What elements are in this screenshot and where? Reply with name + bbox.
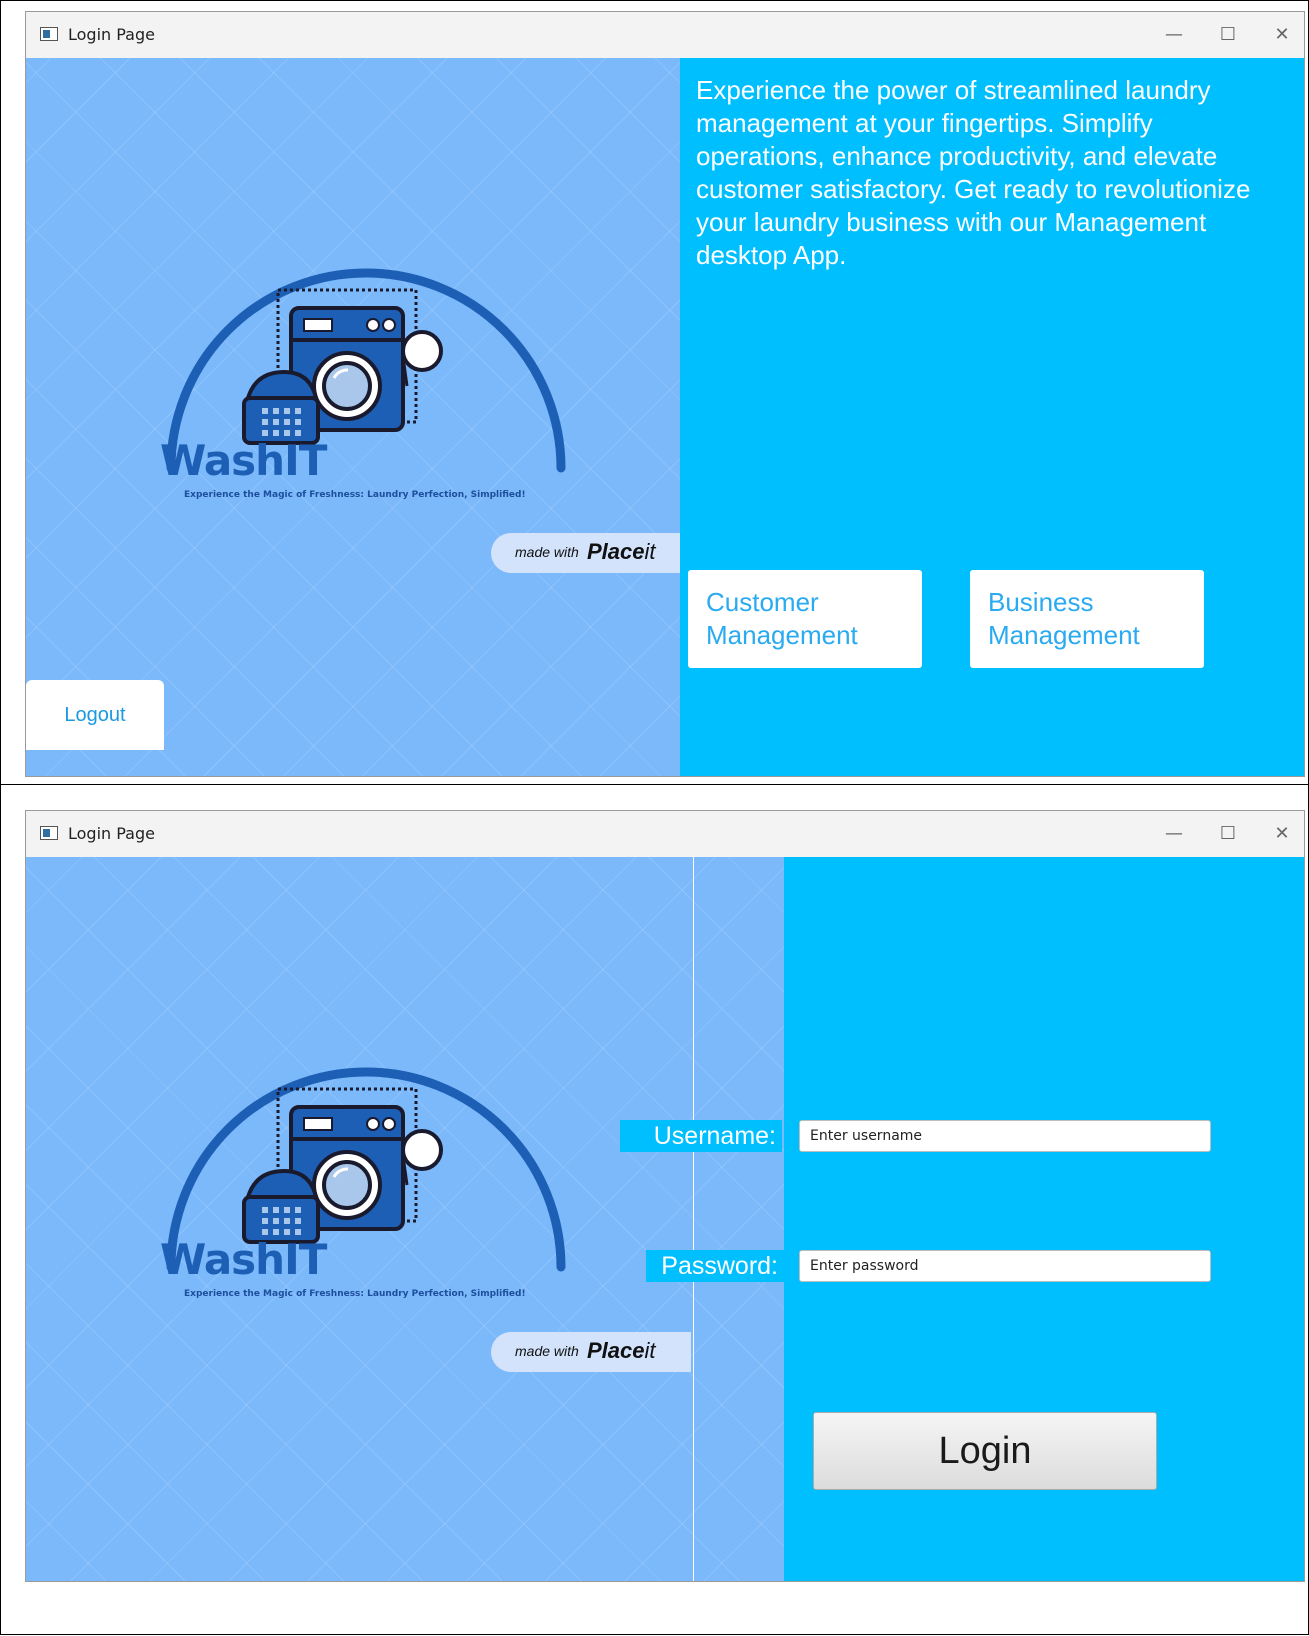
screenshot-panel-login: Login Page — ☐ ✕ WashIT Experience the M… <box>0 784 1309 1635</box>
minimize-button[interactable]: — <box>1154 819 1194 849</box>
username-label: Username: <box>620 1120 782 1152</box>
business-management-button[interactable]: Business Management <box>970 570 1204 668</box>
app-window-icon <box>40 27 58 41</box>
brand-name: WashIT <box>160 436 327 485</box>
left-panel: WashIT Experience the Magic of Freshness… <box>26 58 691 776</box>
customer-management-button[interactable]: Customer Management <box>688 570 922 668</box>
login-button[interactable]: Login <box>813 1412 1157 1490</box>
placeit-logo: Placeit <box>587 539 656 564</box>
intro-text: Experience the power of streamlined laun… <box>696 75 1251 270</box>
app-window-icon <box>40 826 58 840</box>
placeit-logo: Placeit <box>587 1338 656 1363</box>
close-button[interactable]: ✕ <box>1262 819 1302 849</box>
made-with-label: made with <box>515 544 579 560</box>
placeit-badge: made with Placeit <box>491 1332 691 1372</box>
logout-button[interactable]: Logout <box>26 680 164 750</box>
minimize-button[interactable]: — <box>1154 20 1194 50</box>
title-bar: Login Page — ☐ ✕ <box>26 811 1304 857</box>
close-button[interactable]: ✕ <box>1262 20 1302 50</box>
window-title: Login Page <box>68 824 155 843</box>
maximize-button[interactable]: ☐ <box>1208 20 1248 50</box>
title-bar: Login Page — ☐ ✕ <box>26 12 1304 58</box>
panel-divider-line <box>693 857 694 1581</box>
left-panel: WashIT Experience the Magic of Freshness… <box>26 857 784 1581</box>
screenshot-panel-home: Login Page — ☐ ✕ WashIT Experience the M… <box>0 0 1309 785</box>
username-field[interactable] <box>799 1120 1211 1152</box>
placeit-badge: made with Placeit <box>491 533 691 573</box>
maximize-button[interactable]: ☐ <box>1208 819 1248 849</box>
window-title: Login Page <box>68 25 155 44</box>
brand-tagline: Experience the Magic of Freshness: Laund… <box>184 1289 526 1299</box>
window-content: WashIT Experience the Magic of Freshness… <box>26 58 1304 776</box>
password-field[interactable] <box>799 1250 1211 1282</box>
app-window-home: Login Page — ☐ ✕ WashIT Experience the M… <box>25 11 1305 777</box>
made-with-label: made with <box>515 1343 579 1359</box>
window-content: WashIT Experience the Magic of Freshness… <box>26 857 1304 1581</box>
password-label: Password: <box>646 1250 784 1282</box>
app-window-login: Login Page — ☐ ✕ WashIT Experience the M… <box>25 810 1305 1582</box>
brand-tagline: Experience the Magic of Freshness: Laund… <box>184 490 526 500</box>
brand-name: WashIT <box>160 1235 327 1284</box>
